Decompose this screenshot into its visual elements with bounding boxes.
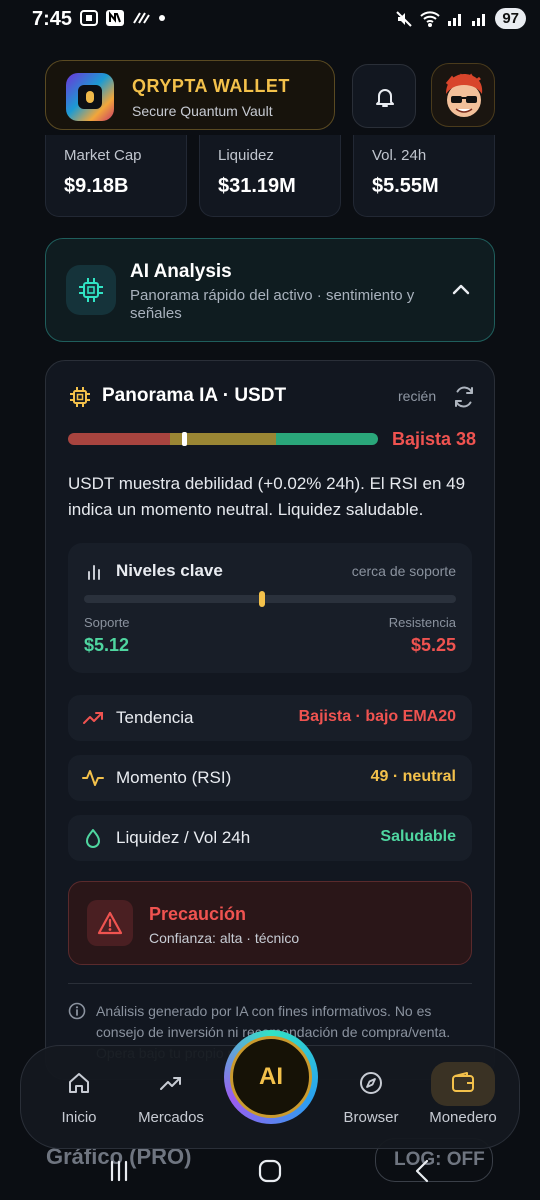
bell-icon — [376, 89, 394, 107]
refresh-icon[interactable] — [452, 385, 476, 409]
trend-icon — [160, 1077, 181, 1090]
stat-liquidity: Liquidez $31.19M — [199, 135, 341, 217]
support-value: $5.12 — [84, 635, 130, 655]
sentiment-gauge — [68, 433, 378, 445]
caution-subtitle: Confianza: alta · técnico — [149, 930, 300, 946]
app-logo — [66, 73, 114, 121]
resistance-value: $5.25 — [410, 635, 456, 655]
key-levels-title: Niveles clave — [116, 561, 223, 580]
status-left-icons — [80, 10, 166, 26]
screenshot-icon — [80, 10, 98, 26]
caution-title: Precaución — [149, 904, 247, 924]
dot-icon — [159, 15, 165, 21]
info-icon — [68, 1002, 86, 1020]
home-icon — [69, 1073, 89, 1093]
nav-markets-label: Mercados — [138, 1109, 204, 1126]
wifi-icon — [420, 10, 441, 27]
bar-chart-icon — [88, 565, 100, 580]
stat-value: $31.19M — [218, 175, 296, 197]
cell-signal-2-icon — [472, 13, 486, 26]
stat-label: Market Cap — [64, 147, 142, 164]
liquidity-value: Saludable — [380, 828, 456, 845]
nav-wallet-label: Monedero — [429, 1109, 497, 1126]
momentum-label: Momento (RSI) — [116, 768, 232, 787]
ai-assistant-button[interactable]: AI — [224, 1030, 318, 1124]
level-track — [84, 591, 456, 607]
updated-timestamp: recién — [398, 388, 437, 404]
stat-value: $9.18B — [64, 175, 129, 197]
app-n-icon — [106, 10, 124, 26]
system-navigation — [0, 1150, 540, 1200]
stat-value: $5.55M — [372, 175, 439, 197]
key-levels-card: Niveles clave cerca de soporte Soporte $… — [68, 543, 472, 673]
ai-chip-icon — [66, 265, 116, 315]
caution-card: Precaución Confianza: alta · técnico — [68, 881, 472, 965]
support-label: Soporte — [84, 615, 130, 630]
ai-button-label: AI — [259, 1063, 283, 1090]
resistance-label: Resistencia — [388, 615, 456, 630]
ai-analysis-toggle[interactable]: AI Analysis Panorama rápido del activo ·… — [45, 238, 495, 342]
momentum-row: Momento (RSI) 49 · neutral — [68, 755, 472, 801]
stat-market-cap: Market Cap $9.18B — [45, 135, 187, 217]
recents-icon[interactable] — [106, 1158, 132, 1184]
user-avatar[interactable] — [431, 63, 495, 127]
momentum-value: 49 · neutral — [370, 768, 456, 785]
panorama-panel: Panorama IA · USDT recién Bajista 38 USD… — [45, 360, 495, 1080]
mute-icon — [396, 10, 413, 27]
compass-icon — [360, 1072, 382, 1094]
sentiment-needle — [182, 432, 187, 446]
trend-up-icon — [83, 712, 103, 724]
nav-home[interactable]: Inicio — [37, 1070, 121, 1126]
key-levels-note: cerca de soporte — [351, 563, 456, 579]
trend-label: Tendencia — [116, 708, 194, 727]
price-marker — [258, 591, 265, 607]
panorama-title: Panorama IA · USDT — [102, 385, 287, 406]
divider — [68, 983, 472, 984]
nav-markets[interactable]: Mercados — [129, 1070, 213, 1126]
battery-indicator: 97 — [495, 8, 526, 29]
clock: 7:45 — [32, 8, 73, 30]
nav-wallet[interactable]: Monedero — [421, 1062, 505, 1126]
warning-icon — [87, 900, 133, 946]
nav-browser-label: Browser — [343, 1109, 399, 1126]
ai-analysis-subtitle: Panorama rápido del activo · sentimiento… — [130, 287, 415, 322]
avatar-face-icon — [445, 73, 483, 117]
back-icon[interactable] — [410, 1158, 436, 1184]
trend-value: Bajista · bajo EMA20 — [298, 708, 456, 725]
stat-label: Vol. 24h — [372, 147, 427, 164]
brand-tagline: Secure Quantum Vault — [132, 103, 273, 119]
status-right-icons: 97 — [395, 8, 526, 29]
cell-signal-icon — [448, 13, 462, 26]
liquidity-row: Liquidez / Vol 24h Saludable — [68, 815, 472, 861]
home-circle-icon[interactable] — [257, 1158, 283, 1184]
signal-lines-icon — [133, 12, 150, 24]
chevron-up-icon — [452, 284, 470, 295]
nav-browser[interactable]: Browser — [329, 1070, 413, 1126]
market-stats: Market Cap $9.18B Liquidez $31.19M Vol. … — [45, 135, 495, 217]
pulse-icon — [82, 770, 104, 786]
brand-name: QRYPTA WALLET — [132, 76, 290, 96]
notifications-button[interactable] — [352, 64, 416, 128]
chip-icon — [70, 387, 90, 407]
analysis-summary: USDT muestra debilidad (+0.02% 24h). El … — [68, 474, 466, 519]
stat-label: Liquidez — [218, 147, 274, 164]
droplet-icon — [86, 829, 100, 848]
wallet-icon — [452, 1072, 474, 1092]
brand-card: QRYPTA WALLET Secure Quantum Vault — [45, 60, 335, 130]
nav-home-label: Inicio — [61, 1109, 97, 1126]
sentiment-label: Bajista 38 — [392, 429, 477, 449]
stat-volume: Vol. 24h $5.55M — [353, 135, 495, 217]
trend-row: Tendencia Bajista · bajo EMA20 — [68, 695, 472, 741]
liquidity-label: Liquidez / Vol 24h — [116, 828, 251, 847]
ai-analysis-title: AI Analysis — [130, 261, 232, 282]
status-bar: 7:45 97 — [0, 0, 540, 40]
